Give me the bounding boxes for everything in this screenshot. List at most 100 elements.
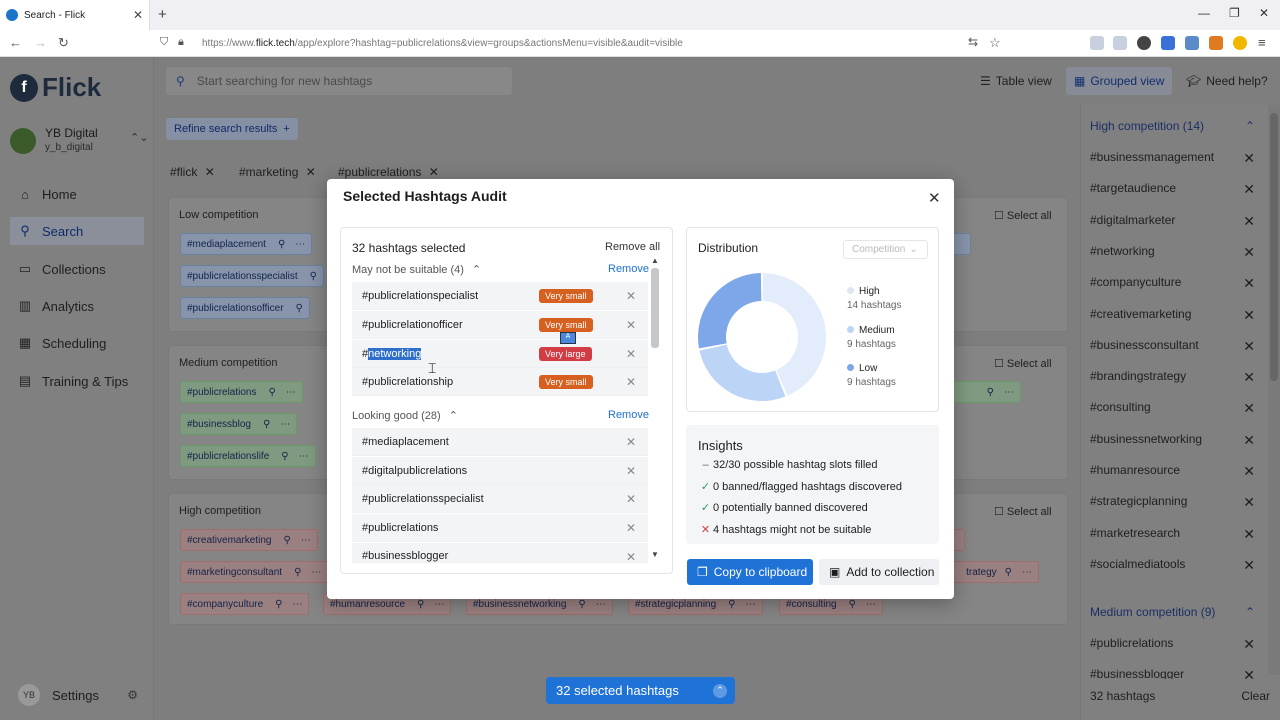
reload-icon[interactable]: ↻ <box>58 35 69 51</box>
search-icon[interactable]: ⚲ <box>849 599 856 610</box>
more-icon[interactable]: ⋯ <box>295 239 305 250</box>
remove-row-icon[interactable]: ✕ <box>626 318 636 332</box>
pocket-icon[interactable] <box>1090 36 1104 50</box>
grouped-view-button[interactable]: ▦ Grouped view <box>1066 67 1173 95</box>
remove-row-icon[interactable]: ✕ <box>626 347 636 361</box>
remove-hashtag-icon[interactable]: ✕ <box>1243 275 1255 292</box>
remove-hashtag-icon[interactable]: ✕ <box>1243 307 1255 324</box>
bookmark-star-icon[interactable]: ☆ <box>989 35 1001 51</box>
settings-row[interactable]: YB Settings ⚙ <box>18 684 138 706</box>
search-icon[interactable]: ⚲ <box>283 535 290 546</box>
remove-hashtag-icon[interactable]: ✕ <box>1243 494 1255 511</box>
refine-search-button[interactable]: Refine search results + <box>166 118 298 140</box>
remove-hashtag-icon[interactable]: ✕ <box>1243 526 1255 543</box>
remove-hashtag-icon[interactable]: ✕ <box>1243 338 1255 355</box>
translate-extension-icon[interactable] <box>1161 36 1175 50</box>
hashtag-chip[interactable]: #creativemarketing ⚲ ⋯ <box>180 529 318 551</box>
more-icon[interactable]: ⋯ <box>866 599 876 610</box>
extension-icon[interactable] <box>1137 36 1151 50</box>
hashtag-chip[interactable]: #publicrelationslife ⚲ ⋯ <box>180 445 316 467</box>
scrollbar-thumb[interactable] <box>1270 113 1278 381</box>
scroll-up-icon[interactable]: ▲ <box>651 256 659 265</box>
hashtag-chip[interactable]: #publicrelationsspecialist ⚲ <box>180 265 324 287</box>
back-icon[interactable]: ← <box>9 35 22 50</box>
gear-icon[interactable]: ⚙ <box>127 688 138 702</box>
remove-hashtag-icon[interactable]: ✕ <box>1243 213 1255 230</box>
more-icon[interactable]: ⋯ <box>299 451 309 462</box>
more-icon[interactable]: ⋯ <box>301 535 311 546</box>
more-icon[interactable]: ⋯ <box>286 387 296 398</box>
help-button[interactable]: 🎓︎ Need help? <box>1178 67 1276 95</box>
downloads-icon[interactable] <box>1113 36 1127 50</box>
search-icon[interactable]: ⚲ <box>278 239 285 250</box>
more-icon[interactable]: ⋯ <box>292 599 302 610</box>
remove-tag-icon[interactable]: ✕ <box>205 165 215 179</box>
restore-icon[interactable]: ❐ <box>1229 6 1240 20</box>
remove-hashtag-icon[interactable]: ✕ <box>1243 150 1255 167</box>
more-icon[interactable]: ⋯ <box>1004 387 1014 398</box>
copy-to-clipboard-button[interactable]: ❐ Copy to clipboard <box>687 559 813 585</box>
hashtag-chip[interactable]: #marketingconsultant ⚲ ⋯ <box>180 561 329 583</box>
remove-hashtag-icon[interactable]: ✕ <box>1243 369 1255 386</box>
menu-icon[interactable]: ≡ <box>1258 35 1266 50</box>
competition-select[interactable]: Competition ⌄ <box>843 240 928 259</box>
search-icon[interactable]: ⚲ <box>1005 567 1012 578</box>
remove-row-icon[interactable]: ✕ <box>626 464 636 478</box>
new-tab-icon[interactable]: + <box>158 6 167 23</box>
remove-hashtag-icon[interactable]: ✕ <box>1243 400 1255 417</box>
remove-hashtag-icon[interactable]: ✕ <box>1243 432 1255 449</box>
remove-tag-icon[interactable]: ✕ <box>429 165 439 179</box>
more-icon[interactable]: ⋯ <box>280 419 290 430</box>
forward-icon[interactable]: → <box>34 35 47 50</box>
high-competition-header[interactable]: High competition (14) ⌃ <box>1090 119 1255 133</box>
sidebar-item-scheduling[interactable]: ▦ Scheduling <box>10 329 144 357</box>
search-icon[interactable]: ⚲ <box>281 451 288 462</box>
remove-hashtag-icon[interactable]: ✕ <box>1243 557 1255 574</box>
search-icon[interactable]: ⚲ <box>296 303 303 314</box>
sidebar-item-collections[interactable]: ▭ Collections <box>10 255 144 283</box>
scroll-down-icon[interactable]: ▼ <box>651 550 659 559</box>
more-icon[interactable]: ⋯ <box>434 599 444 610</box>
scrollbar-thumb[interactable] <box>651 268 659 348</box>
remove-row-icon[interactable]: ✕ <box>626 521 636 535</box>
search-icon[interactable]: ⚲ <box>417 599 424 610</box>
hashtag-chip-partial[interactable]: trategy ⚲ ⋯ <box>949 561 1039 583</box>
remove-section-button[interactable]: Remove <box>608 409 649 421</box>
search-icon[interactable]: ⚲ <box>294 567 301 578</box>
remove-hashtag-icon[interactable]: ✕ <box>1243 463 1255 480</box>
remove-tag-icon[interactable]: ✕ <box>306 165 316 179</box>
search-icon[interactable]: ⚲ <box>987 387 994 398</box>
search-input[interactable]: ⚲ Start searching for new hashtags <box>166 67 512 95</box>
more-icon[interactable]: ⋯ <box>746 599 756 610</box>
close-window-icon[interactable]: ✕ <box>1259 6 1269 20</box>
search-icon[interactable]: ⚲ <box>578 599 585 610</box>
remove-row-icon[interactable]: ✕ <box>626 289 636 303</box>
hashtag-label-selected[interactable]: networking <box>368 347 422 360</box>
hashtag-chip[interactable]: #publicrelations ⚲ ⋯ <box>180 381 303 403</box>
remove-hashtag-icon[interactable]: ✕ <box>1243 636 1255 653</box>
metamask-icon[interactable] <box>1209 36 1223 50</box>
table-view-button[interactable]: ☰ Table view <box>972 67 1060 95</box>
filter-tag[interactable]: #flick ✕ <box>170 165 215 179</box>
select-all-checkbox[interactable]: ☐ Select all <box>994 209 1052 222</box>
sidebar-item-analytics[interactable]: ▥ Analytics <box>10 292 144 320</box>
more-icon[interactable]: ⋯ <box>1022 567 1032 578</box>
search-icon[interactable]: ⚲ <box>275 599 282 610</box>
close-tab-icon[interactable]: ✕ <box>133 8 143 22</box>
remove-row-icon[interactable]: ✕ <box>626 492 636 506</box>
remove-section-button[interactable]: Remove <box>608 263 649 275</box>
chevron-up-icon[interactable]: ⌃ <box>713 683 727 698</box>
account-switcher[interactable]: YB Digital y_b_digital ⌃⌄ <box>10 124 150 160</box>
list-scrollbar[interactable]: ▲ ▼ <box>650 256 660 562</box>
section-header-unsuitable[interactable]: May not be suitable (4) ⌃ <box>352 263 481 276</box>
hashtag-chip[interactable]: #businessblog ⚲ ⋯ <box>180 413 298 435</box>
remove-row-icon[interactable]: ✕ <box>626 435 636 449</box>
sidebar-item-training[interactable]: ▤ Training & Tips <box>10 367 144 395</box>
coin-extension-icon[interactable] <box>1233 36 1247 50</box>
page-scrollbar[interactable] <box>1268 105 1280 675</box>
close-icon[interactable]: ✕ <box>928 189 941 207</box>
hashtag-chip[interactable]: #publicrelationsofficer ⚲ <box>180 297 310 319</box>
add-to-collection-button[interactable]: ▣ Add to collection <box>819 559 939 585</box>
translate-icon[interactable]: ⇆ <box>968 35 978 49</box>
search-icon[interactable]: ⚲ <box>263 419 270 430</box>
